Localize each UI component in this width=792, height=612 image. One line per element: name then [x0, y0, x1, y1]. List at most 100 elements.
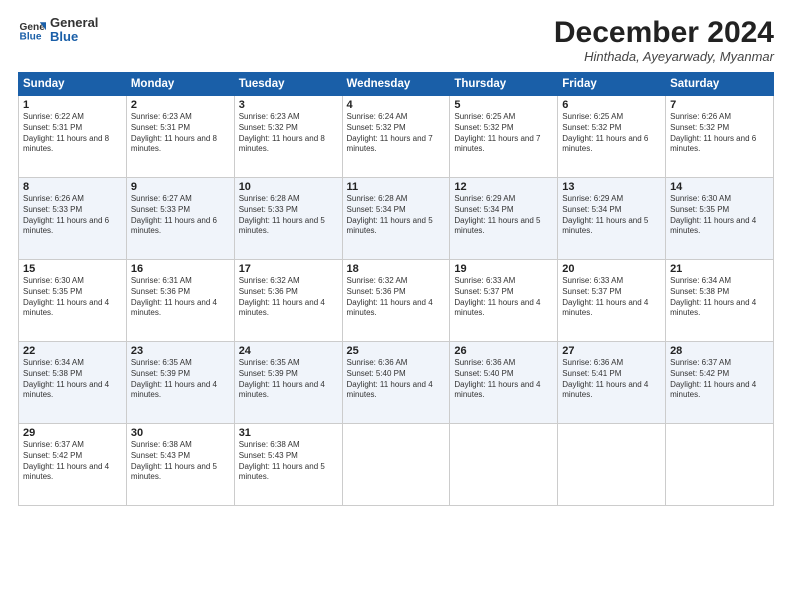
daylight-label: Daylight: 11 hours and 4 minutes.: [23, 462, 109, 482]
week-row-1: 1Sunrise: 6:22 AMSunset: 5:31 PMDaylight…: [19, 96, 774, 178]
day-number: 9: [131, 181, 230, 193]
day-cell: 17Sunrise: 6:32 AMSunset: 5:36 PMDayligh…: [234, 260, 342, 342]
weekday-header-friday: Friday: [558, 73, 666, 96]
daylight-label: Daylight: 11 hours and 4 minutes.: [670, 216, 756, 236]
day-cell: [666, 424, 774, 506]
sunset-label: Sunset: 5:34 PM: [347, 205, 406, 214]
sunset-label: Sunset: 5:32 PM: [670, 123, 729, 132]
logo-general: General: [50, 16, 98, 30]
day-content: Sunrise: 6:23 AMSunset: 5:31 PMDaylight:…: [131, 112, 230, 155]
sunset-label: Sunset: 5:37 PM: [454, 287, 513, 296]
day-number: 26: [454, 345, 553, 357]
day-cell: 30Sunrise: 6:38 AMSunset: 5:43 PMDayligh…: [126, 424, 234, 506]
daylight-label: Daylight: 11 hours and 5 minutes.: [347, 216, 433, 236]
sunset-label: Sunset: 5:34 PM: [454, 205, 513, 214]
day-number: 13: [562, 181, 661, 193]
sunrise-label: Sunrise: 6:36 AM: [347, 358, 408, 367]
day-number: 29: [23, 427, 122, 439]
weekday-header-row: SundayMondayTuesdayWednesdayThursdayFrid…: [19, 73, 774, 96]
sunrise-label: Sunrise: 6:35 AM: [239, 358, 300, 367]
logo: General Blue General Blue: [18, 16, 98, 45]
day-content: Sunrise: 6:37 AM Sunset: 5:42 PM Daylight:…: [670, 358, 769, 401]
daylight-label: Daylight: 11 hours and 4 minutes.: [23, 380, 109, 400]
calendar-table: SundayMondayTuesdayWednesdayThursdayFrid…: [18, 72, 774, 506]
day-number: 12: [454, 181, 553, 193]
sunset-label: Sunset: 5:33 PM: [239, 205, 298, 214]
day-cell: 11Sunrise: 6:28 AMSunset: 5:34 PMDayligh…: [342, 178, 450, 260]
day-content: Sunrise: 6:36 AMSunset: 5:40 PMDaylight:…: [454, 358, 553, 401]
day-cell: 14Sunrise: 6:30 AMSunset: 5:35 PMDayligh…: [666, 178, 774, 260]
sunset-label: Sunset: 5:31 PM: [131, 123, 190, 132]
day-content: Sunrise: 6:24 AMSunset: 5:32 PMDaylight:…: [347, 112, 446, 155]
day-cell: 2Sunrise: 6:23 AMSunset: 5:31 PMDaylight…: [126, 96, 234, 178]
day-number: 31: [239, 427, 338, 439]
sunrise-label: Sunrise: 6:26 AM: [23, 194, 84, 203]
weekday-header-monday: Monday: [126, 73, 234, 96]
day-number: 21: [670, 263, 769, 275]
location-subtitle: Hinthada, Ayeyarwady, Myanmar: [554, 49, 774, 64]
day-number: 15: [23, 263, 122, 275]
day-content: Sunrise: 6:31 AMSunset: 5:36 PMDaylight:…: [131, 276, 230, 319]
sunset-label: Sunset: 5:35 PM: [23, 287, 82, 296]
day-number: 14: [670, 181, 769, 193]
day-number: 25: [347, 345, 446, 357]
daylight-label: Daylight: 11 hours and 4 minutes.: [454, 298, 540, 318]
daylight-label: Daylight: 11 hours and 7 minutes.: [347, 134, 433, 154]
sunset-label: Sunset: 5:38 PM: [23, 369, 82, 378]
day-cell: 26Sunrise: 6:36 AMSunset: 5:40 PMDayligh…: [450, 342, 558, 424]
day-cell: 29Sunrise: 6:37 AMSunset: 5:42 PMDayligh…: [19, 424, 127, 506]
day-content: Sunrise: 6:25 AMSunset: 5:32 PMDaylight:…: [562, 112, 661, 155]
daylight-label: Daylight: 11 hours and 8 minutes.: [131, 134, 217, 154]
sunset-label: Sunset: 5:42 PM: [23, 451, 82, 460]
sunset-label: Sunset: 5:37 PM: [562, 287, 621, 296]
day-content: Sunrise: 6:36 AMSunset: 5:40 PMDaylight:…: [347, 358, 446, 401]
day-cell: 20Sunrise: 6:33 AMSunset: 5:37 PMDayligh…: [558, 260, 666, 342]
day-cell: 8Sunrise: 6:26 AMSunset: 5:33 PMDaylight…: [19, 178, 127, 260]
logo-text: General Blue: [50, 16, 98, 45]
week-row-2: 8Sunrise: 6:26 AMSunset: 5:33 PMDaylight…: [19, 178, 774, 260]
sunrise-label: Sunrise: 6:33 AM: [562, 276, 623, 285]
sunset-label: Sunset: 5:33 PM: [131, 205, 190, 214]
daylight-label: Daylight: 11 hours and 4 minutes.: [23, 298, 109, 318]
sunset-label: Sunset: 5:39 PM: [131, 369, 190, 378]
daylight-label: Daylight: 11 hours and 8 minutes.: [23, 134, 109, 154]
sunrise-label: Sunrise: 6:28 AM: [239, 194, 300, 203]
sunrise-label: Sunrise: 6:34 AM: [670, 276, 731, 285]
sunrise-label: Sunrise: 6:25 AM: [562, 112, 623, 121]
sunrise-label: Sunrise: 6:37 AM: [670, 358, 731, 367]
day-number: 19: [454, 263, 553, 275]
day-number: 1: [23, 99, 122, 111]
sunset-label: Sunset: 5:33 PM: [23, 205, 82, 214]
day-cell: 25Sunrise: 6:36 AMSunset: 5:40 PMDayligh…: [342, 342, 450, 424]
sunset-label: Sunset: 5:32 PM: [454, 123, 513, 132]
day-content: Sunrise: 6:34 AMSunset: 5:38 PMDaylight:…: [23, 358, 122, 401]
day-content: Sunrise: 6:23 AMSunset: 5:32 PMDaylight:…: [239, 112, 338, 155]
day-number: 5: [454, 99, 553, 111]
sunrise-label: Sunrise: 6:24 AM: [347, 112, 408, 121]
day-number: 10: [239, 181, 338, 193]
daylight-label: Daylight: 11 hours and 4 minutes.: [670, 380, 756, 400]
day-content: Sunrise: 6:22 AMSunset: 5:31 PMDaylight:…: [23, 112, 122, 155]
week-row-4: 22Sunrise: 6:34 AMSunset: 5:38 PMDayligh…: [19, 342, 774, 424]
day-content: Sunrise: 6:33 AMSunset: 5:37 PMDaylight:…: [454, 276, 553, 319]
day-content: Sunrise: 6:29 AMSunset: 5:34 PMDaylight:…: [454, 194, 553, 237]
day-number: 27: [562, 345, 661, 357]
day-content: Sunrise: 6:38 AMSunset: 5:43 PMDaylight:…: [131, 440, 230, 483]
day-number: 22: [23, 345, 122, 357]
sunrise-label: Sunrise: 6:35 AM: [131, 358, 192, 367]
sunrise-label: Sunrise: 6:36 AM: [562, 358, 623, 367]
daylight-label: Daylight: 11 hours and 5 minutes.: [131, 462, 217, 482]
day-cell: 21Sunrise: 6:34 AMSunset: 5:38 PMDayligh…: [666, 260, 774, 342]
sunset-label: Sunset: 5:42 PM: [670, 369, 729, 378]
day-cell: [558, 424, 666, 506]
sunrise-label: Sunrise: 6:27 AM: [131, 194, 192, 203]
day-cell: 22Sunrise: 6:34 AMSunset: 5:38 PMDayligh…: [19, 342, 127, 424]
month-title: December 2024: [554, 16, 774, 49]
sunset-label: Sunset: 5:32 PM: [239, 123, 298, 132]
sunrise-label: Sunrise: 6:30 AM: [670, 194, 731, 203]
day-content: Sunrise: 6:36 AMSunset: 5:41 PMDaylight:…: [562, 358, 661, 401]
sunset-label: Sunset: 5:36 PM: [239, 287, 298, 296]
daylight-label: Daylight: 11 hours and 4 minutes.: [562, 298, 648, 318]
daylight-label: Daylight: 11 hours and 4 minutes.: [454, 380, 540, 400]
sunrise-label: Sunrise: 6:29 AM: [454, 194, 515, 203]
